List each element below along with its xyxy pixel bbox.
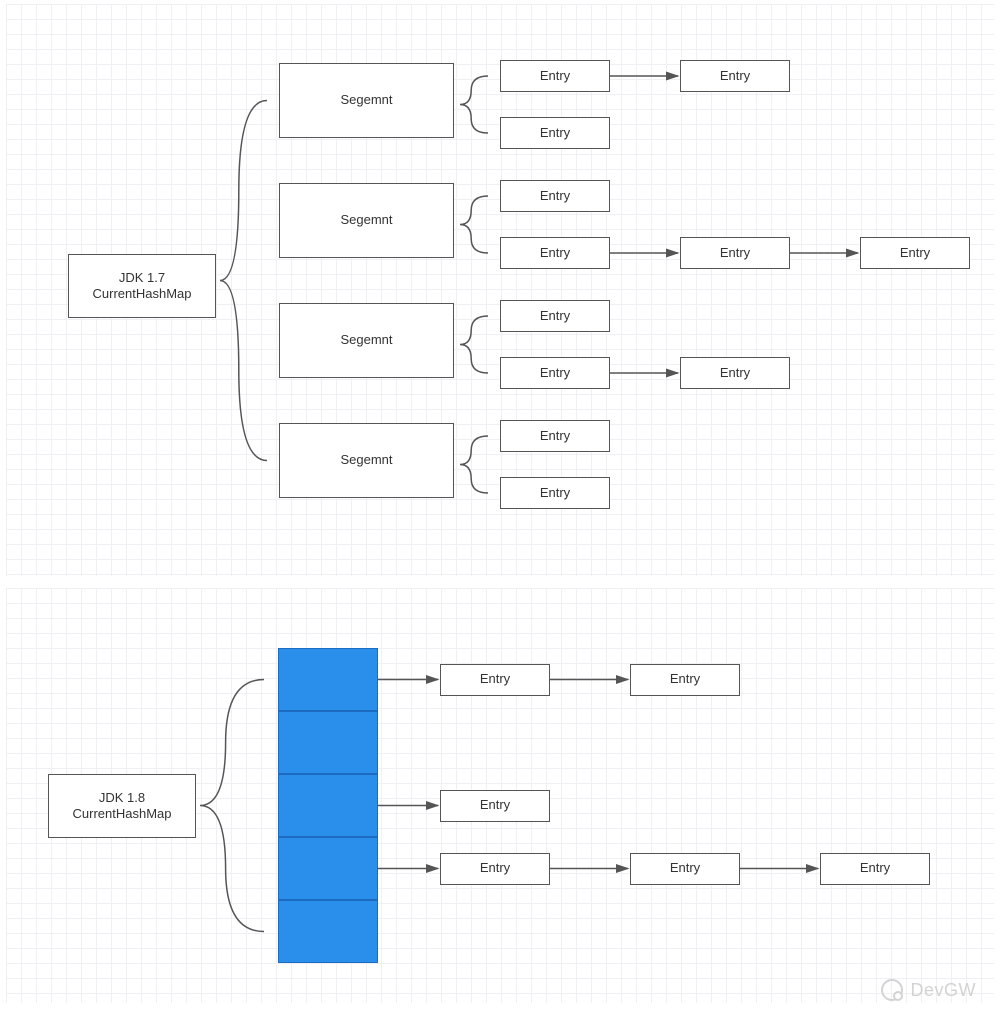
entry-17-0-1-0: Entry <box>500 117 610 149</box>
segment-2: Segemnt <box>279 303 454 378</box>
entry-17-1-1-2: Entry <box>860 237 970 269</box>
wechat-icon <box>881 979 903 1001</box>
entry-17-1-0-0: Entry <box>500 180 610 212</box>
entry-18-0-1: Entry <box>630 664 740 696</box>
segment-0: Segemnt <box>279 63 454 138</box>
watermark: DevGW <box>881 979 977 1001</box>
entry-17-1-1-0: Entry <box>500 237 610 269</box>
entry-17-0-0-0: Entry <box>500 60 610 92</box>
entry-17-2-1-1: Entry <box>680 357 790 389</box>
root-jdk18: JDK 1.8 CurrentHashMap <box>48 774 196 838</box>
entry-18-3-2: Entry <box>820 853 930 885</box>
entry-17-3-0-0: Entry <box>500 420 610 452</box>
entry-17-0-0-1: Entry <box>680 60 790 92</box>
segment-3: Segemnt <box>279 423 454 498</box>
entry-17-3-1-0: Entry <box>500 477 610 509</box>
bucket-0 <box>278 648 378 711</box>
entry-18-0-0: Entry <box>440 664 550 696</box>
bucket-1 <box>278 711 378 774</box>
segment-1: Segemnt <box>279 183 454 258</box>
entry-17-2-0-0: Entry <box>500 300 610 332</box>
entry-18-2-0: Entry <box>440 790 550 822</box>
bucket-3 <box>278 837 378 900</box>
entry-18-3-1: Entry <box>630 853 740 885</box>
watermark-text: DevGW <box>911 980 977 1001</box>
root-jdk17: JDK 1.7 CurrentHashMap <box>68 254 216 318</box>
entry-17-1-1-1: Entry <box>680 237 790 269</box>
entry-17-2-1-0: Entry <box>500 357 610 389</box>
bucket-4 <box>278 900 378 963</box>
entry-18-3-0: Entry <box>440 853 550 885</box>
bucket-2 <box>278 774 378 837</box>
